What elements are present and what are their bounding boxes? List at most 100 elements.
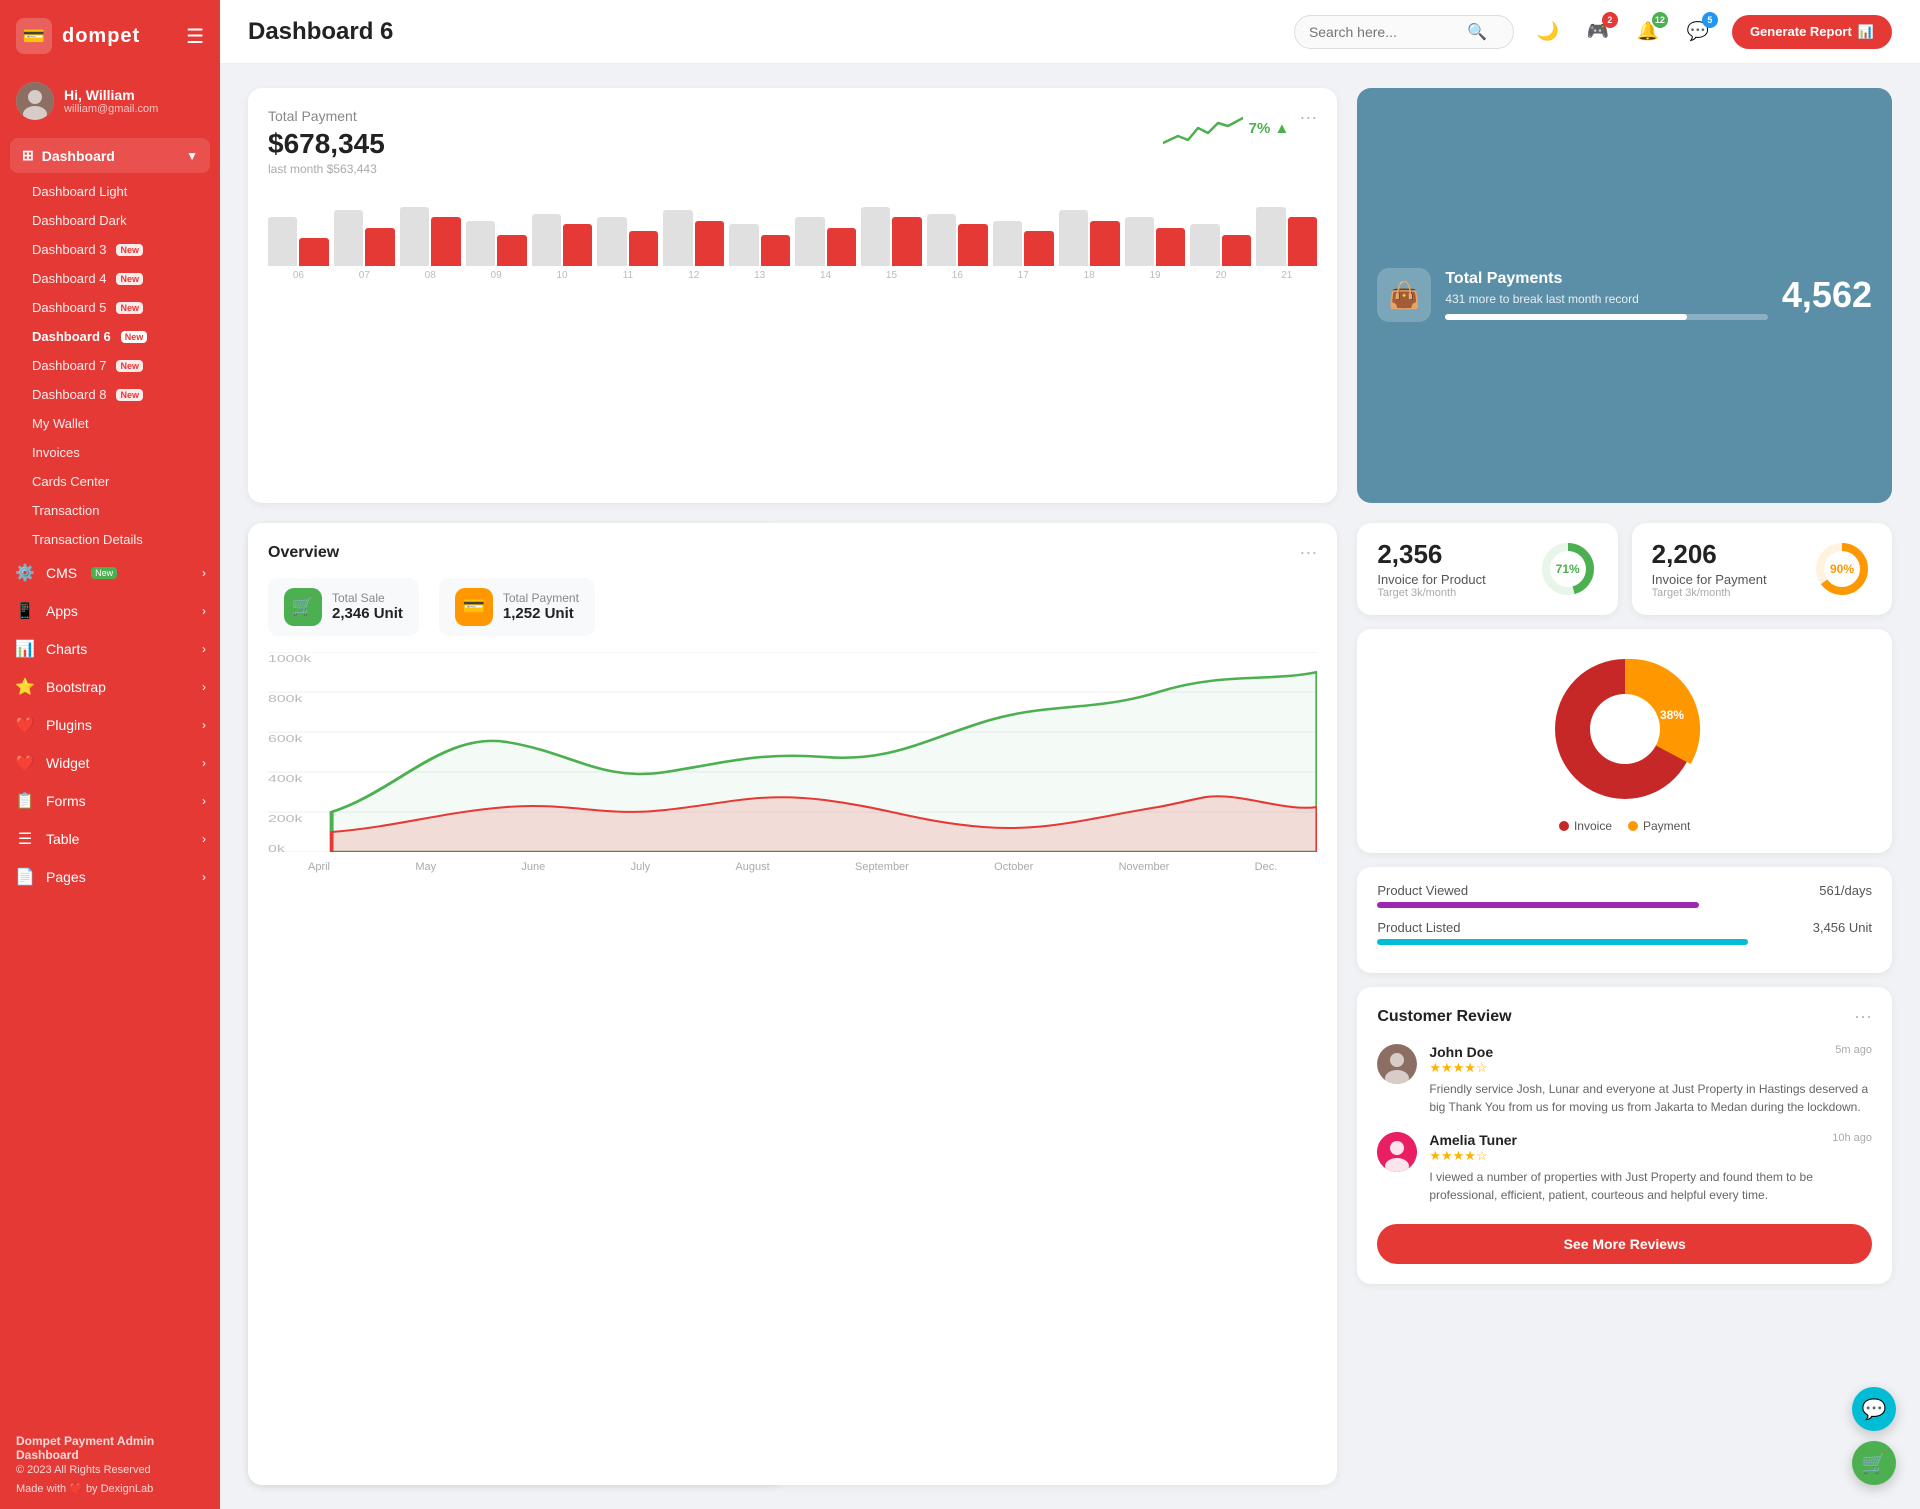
bar-gray xyxy=(268,217,297,266)
bar-red xyxy=(431,217,460,266)
review-more-icon[interactable]: ⋯ xyxy=(1854,1007,1872,1028)
bar-group-20 xyxy=(1190,196,1251,266)
bar-red xyxy=(629,231,658,266)
inv-product-target: Target 3k/month xyxy=(1377,587,1485,599)
sidebar-item-cms[interactable]: ⚙️ CMS New › xyxy=(0,554,220,592)
product-viewed-row: Product Viewed 561/days xyxy=(1377,883,1872,908)
dashboard-sub-item-invoices[interactable]: Invoices xyxy=(0,438,220,467)
bar-gray xyxy=(597,217,626,266)
bell-notification[interactable]: 🔔 12 xyxy=(1630,14,1666,50)
bar-gray xyxy=(663,210,692,266)
chevron-right-icon: › xyxy=(202,832,206,846)
footer-made: Made with ❤️ by DexignLab xyxy=(16,1482,204,1495)
right-column: 2,356 Invoice for Product Target 3k/mont… xyxy=(1357,523,1892,1486)
more-options-icon[interactable]: ⋯ xyxy=(1299,108,1317,129)
dashboard-sub-item-cards[interactable]: Cards Center xyxy=(0,467,220,496)
payment-dot xyxy=(1628,821,1638,831)
bar-red xyxy=(1222,235,1251,267)
bar-chart-icon: 📊 xyxy=(1858,24,1874,40)
sidebar-item-apps[interactable]: 📱 Apps › xyxy=(0,592,220,630)
x-label-16: 16 xyxy=(927,270,988,281)
dashboard-sub-item-transaction[interactable]: Transaction xyxy=(0,496,220,525)
games-notification[interactable]: 🎮 2 xyxy=(1580,14,1616,50)
x-label-14: 14 xyxy=(795,270,856,281)
bar-gray xyxy=(532,214,561,267)
product-viewed-label: Product Viewed xyxy=(1377,883,1468,898)
dashboard-sub-item-8[interactable]: Dashboard 8New xyxy=(0,380,220,409)
pie-chart-card: 62% 38% Invoice Payment xyxy=(1357,629,1892,853)
reviewer-stars-2: ★★★★☆ xyxy=(1429,1148,1872,1164)
sidebar-item-charts[interactable]: 📊 Charts › xyxy=(0,630,220,668)
sidebar-item-pages[interactable]: 📄 Pages › xyxy=(0,858,220,896)
dashboard-sub-item-4[interactable]: Dashboard 4New xyxy=(0,264,220,293)
chevron-right-icon: › xyxy=(202,680,206,694)
games-badge: 2 xyxy=(1602,12,1618,28)
sidebar-item-forms[interactable]: 📋 Forms › xyxy=(0,782,220,820)
float-cart-button[interactable]: 🛒 xyxy=(1852,1441,1896,1485)
overview-more-icon[interactable]: ⋯ xyxy=(1299,543,1317,564)
dashboard-sub-item-6[interactable]: Dashboard 6New xyxy=(0,322,220,351)
review-header: Customer Review ⋯ xyxy=(1377,1007,1872,1028)
bar-red xyxy=(563,224,592,266)
chevron-right-icon: › xyxy=(202,566,206,580)
moon-toggle[interactable]: 🌙 xyxy=(1530,14,1566,50)
chevron-right-icon: › xyxy=(202,870,206,884)
bar-group-13 xyxy=(729,196,790,266)
bar-gray xyxy=(1125,217,1154,266)
sidebar-logo: 💳 dompet ☰ xyxy=(0,0,220,72)
search-input[interactable] xyxy=(1309,24,1459,40)
sidebar-footer: Dompet Payment Admin Dashboard © 2023 Al… xyxy=(0,1420,220,1509)
footer-copy: © 2023 All Rights Reserved xyxy=(16,1464,204,1476)
inv-product-donut: 71% xyxy=(1538,539,1598,599)
chevron-right-icon: › xyxy=(202,642,206,656)
sidebar-item-bootstrap[interactable]: ⭐ Bootstrap › xyxy=(0,668,220,706)
inv-product-label: Invoice for Product xyxy=(1377,572,1485,587)
chevron-right-icon: › xyxy=(202,718,206,732)
dashboard-sub-item-light[interactable]: Dashboard Light xyxy=(0,177,220,206)
float-support-button[interactable]: 💬 xyxy=(1852,1387,1896,1431)
bar-red xyxy=(365,228,394,267)
see-more-reviews-button[interactable]: See More Reviews xyxy=(1377,1224,1872,1264)
user-info: Hi, William william@gmail.com xyxy=(64,87,158,115)
bar-group-15 xyxy=(861,196,922,266)
bar-gray xyxy=(466,221,495,267)
gear-icon: ⚙️ xyxy=(14,563,36,583)
bar-gray xyxy=(729,224,758,266)
message-notification[interactable]: 💬 5 xyxy=(1680,14,1716,50)
footer-brand: Dompet Payment Admin Dashboard xyxy=(16,1434,204,1462)
reviewer-name-2: Amelia Tuner xyxy=(1429,1132,1517,1148)
x-label-11: 11 xyxy=(597,270,658,281)
overview-card: Overview ⋯ 🛒 Total Sale 2,346 Unit 💳 Tot… xyxy=(248,523,1337,1486)
inv-payment-number: 2,206 xyxy=(1652,539,1767,570)
invoice-dot xyxy=(1559,821,1569,831)
x-label-21: 21 xyxy=(1256,270,1317,281)
bar-gray xyxy=(1190,224,1219,266)
sidebar-item-plugins[interactable]: ❤️ Plugins › xyxy=(0,706,220,744)
reviewer-time-1: 5m ago xyxy=(1835,1044,1872,1056)
dashboard-section[interactable]: ⊞ Dashboard ▼ xyxy=(10,138,210,173)
pie-legend-invoice: Invoice xyxy=(1559,819,1612,833)
review-title: Customer Review xyxy=(1377,1008,1511,1026)
dashboard-sub-item-7[interactable]: Dashboard 7New xyxy=(0,351,220,380)
stat-boxes: 🛒 Total Sale 2,346 Unit 💳 Total Payment … xyxy=(268,578,1317,636)
product-stats-card: Product Viewed 561/days Product Listed 3… xyxy=(1357,867,1892,973)
dashboard-sub-item-dark[interactable]: Dashboard Dark xyxy=(0,206,220,235)
search-icon[interactable]: 🔍 xyxy=(1467,22,1487,42)
sidebar: 💳 dompet ☰ Hi, William william@gmail.com… xyxy=(0,0,220,1509)
dashboard-sub-item-transaction-details[interactable]: Transaction Details xyxy=(0,525,220,554)
apps-icon: 📱 xyxy=(14,601,36,621)
user-greeting: Hi, William xyxy=(64,87,158,103)
dashboard-sub-item-5[interactable]: Dashboard 5New xyxy=(0,293,220,322)
dashboard-sub-item-3[interactable]: Dashboard 3New xyxy=(0,235,220,264)
bar-red xyxy=(958,224,987,266)
hamburger-icon[interactable]: ☰ xyxy=(186,24,204,49)
generate-report-button[interactable]: Generate Report 📊 xyxy=(1732,15,1892,49)
svg-text:0k: 0k xyxy=(268,842,285,851)
x-label-12: 12 xyxy=(663,270,724,281)
sidebar-item-table[interactable]: ☰ Table › xyxy=(0,820,220,858)
bar-group-11 xyxy=(597,196,658,266)
dashboard-sub-item-wallet[interactable]: My Wallet xyxy=(0,409,220,438)
bar-gray xyxy=(795,217,824,266)
x-label-19: 19 xyxy=(1125,270,1186,281)
sidebar-item-widget[interactable]: ❤️ Widget › xyxy=(0,744,220,782)
